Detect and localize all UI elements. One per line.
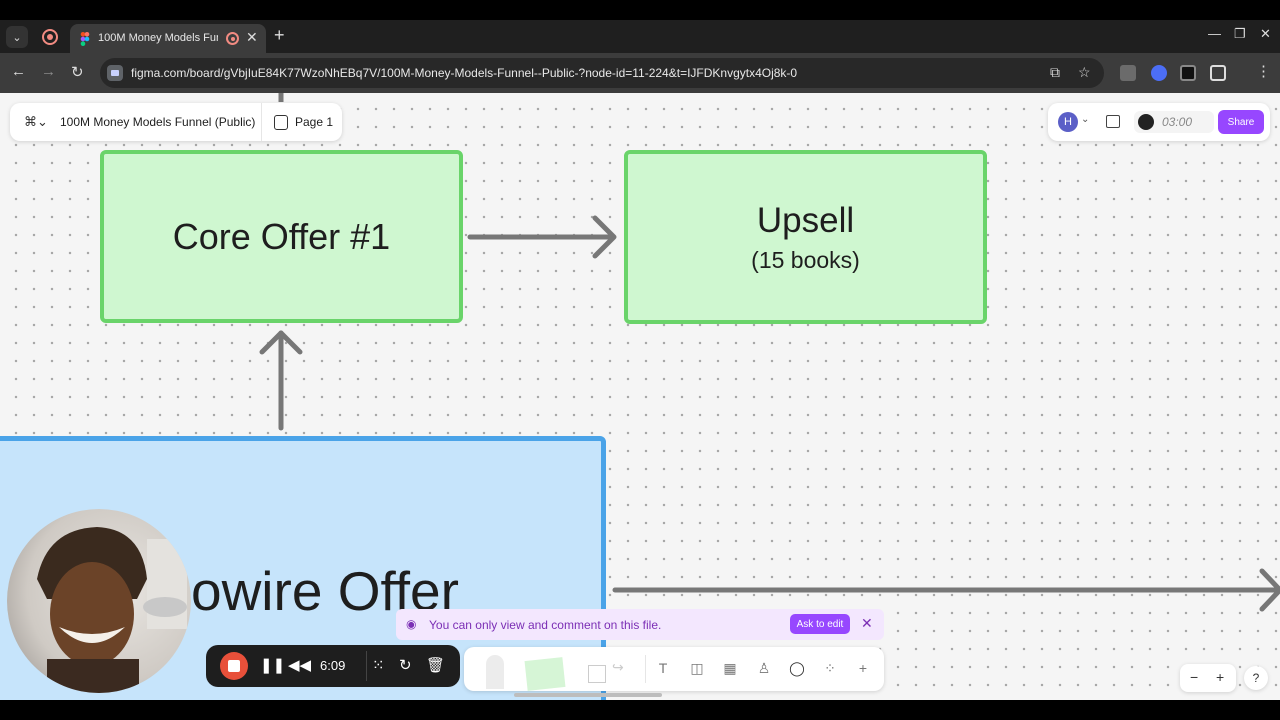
active-tab[interactable]: 100M Money Models Funnel (Public) – Figm…	[70, 24, 266, 53]
upsell-title: Upsell	[756, 200, 855, 240]
close-banner-icon[interactable]: ✕	[861, 615, 873, 632]
view-only-message: You can only view and comment on this fi…	[429, 618, 662, 632]
rewind-icon[interactable]: ◀◀	[288, 656, 311, 674]
recorder-divider	[366, 651, 367, 681]
zoom-out-icon[interactable]: −	[1190, 669, 1198, 685]
figjam-toolbar: ↪ T ◫ ▦ ♙ ◯ ⁘ +	[464, 647, 884, 691]
tab-title: 100M Money Models Funnel (Public) – Figm…	[98, 32, 218, 44]
recording-indicator-icon[interactable]	[42, 29, 58, 45]
top-black-strip	[0, 0, 1280, 20]
arrow-core-to-upsell	[467, 215, 617, 259]
restore-icon[interactable]: ❐	[1234, 26, 1246, 42]
arrow-tripwire-to-core	[259, 330, 303, 431]
timer-icon	[1138, 114, 1154, 130]
extensions-puzzle-icon[interactable]	[1210, 65, 1226, 81]
page-name[interactable]: Page 1	[295, 115, 333, 129]
eye-icon: ◉	[406, 617, 417, 631]
connector-tool-icon[interactable]: ↪	[612, 659, 632, 685]
webcam-overlay	[7, 509, 191, 693]
presenter-face-icon	[37, 527, 187, 693]
sticky-note-icon[interactable]	[524, 657, 566, 691]
layout-panel-icon[interactable]	[1106, 115, 1120, 128]
bookmark-star-icon[interactable]: ☆	[1078, 64, 1091, 81]
widgets-tool-icon[interactable]: ⁘	[821, 660, 839, 678]
browser-tab-bar: ⌄ 100M Money Models Funnel (Public) – Fi…	[0, 20, 1280, 53]
pause-icon[interactable]: ❚❚	[260, 656, 285, 674]
upsell-node[interactable]: Upsell (15 books)	[624, 150, 987, 324]
upsell-subtitle: (15 books)	[751, 246, 860, 273]
table-tool-icon[interactable]: ▦	[721, 660, 739, 678]
back-arrow-icon[interactable]: ←	[11, 63, 26, 80]
address-bar[interactable]: figma.com/board/gVbjIuE84K77WzoNhEBq7V/1…	[100, 58, 1104, 88]
shape-tool-icon[interactable]	[588, 665, 606, 683]
url-text: figma.com/board/gVbjIuE84K77WzoNhEBq7V/1…	[131, 66, 798, 80]
figma-main-menu-icon[interactable]: ⌘⌄	[24, 114, 48, 130]
collab-header-panel: H ⌄ 03:00 Share	[1048, 103, 1270, 141]
core-offer-label: Core Offer #1	[172, 215, 391, 257]
section-tool-icon[interactable]: ◫	[688, 660, 706, 678]
more-tools-icon[interactable]: +	[854, 660, 872, 678]
extension-recorder-icon[interactable]	[1180, 65, 1196, 81]
site-info-icon[interactable]	[107, 65, 123, 81]
restart-icon[interactable]: ↻	[399, 656, 412, 674]
recording-time: 6:09	[320, 658, 346, 673]
timer-text: 03:00	[1162, 115, 1193, 129]
timer-widget[interactable]: 03:00	[1134, 111, 1214, 133]
new-tab-button[interactable]: +	[274, 25, 285, 46]
stop-recording-button[interactable]	[220, 652, 248, 680]
tab-recording-icon	[226, 32, 239, 45]
stamp-tool-icon[interactable]: ♙	[755, 660, 773, 678]
screen: ⌄ 100M Money Models Funnel (Public) – Fi…	[0, 0, 1280, 720]
avatar-chevron-down-icon[interactable]: ⌄	[1081, 114, 1089, 125]
toolbar-divider	[645, 655, 646, 683]
user-avatar[interactable]: H	[1058, 112, 1078, 132]
close-window-icon[interactable]: ✕	[1260, 26, 1271, 42]
zoom-controls: − +	[1180, 664, 1236, 692]
reload-icon[interactable]: ↻	[71, 63, 84, 81]
horizontal-scrollbar[interactable]	[514, 693, 662, 697]
arrow-tripwire-right	[612, 568, 1280, 612]
trash-icon[interactable]: 🗑	[426, 656, 445, 674]
grid-icon[interactable]: ⁙	[372, 656, 385, 674]
browser-menu-icon[interactable]: ⋮	[1256, 62, 1271, 80]
help-icon[interactable]: ?	[1244, 666, 1268, 690]
zoom-in-icon[interactable]: +	[1216, 669, 1224, 685]
bottom-black-strip	[0, 700, 1280, 720]
install-app-icon[interactable]: ⧉	[1050, 64, 1060, 81]
extension-profile-icon[interactable]	[1151, 65, 1167, 81]
tab-close-button[interactable]: ✕	[246, 29, 258, 46]
core-offer-node[interactable]: Core Offer #1	[100, 150, 463, 323]
share-button[interactable]: Share	[1218, 110, 1264, 134]
figma-favicon-icon	[80, 32, 90, 46]
comment-tool-icon[interactable]: ◯	[788, 660, 806, 678]
minimize-icon[interactable]: —	[1208, 26, 1221, 41]
header-divider	[261, 103, 262, 141]
extension-devtools-icon[interactable]	[1120, 65, 1136, 81]
file-header-panel: ⌘⌄ 100M Money Models Funnel (Public) Pag…	[10, 103, 342, 141]
tab-search-chevron-icon[interactable]: ⌄	[6, 26, 28, 48]
view-only-banner: ◉ You can only view and comment on this …	[396, 609, 884, 640]
marker-tool-icon[interactable]	[486, 655, 504, 689]
ask-to-edit-button[interactable]: Ask to edit	[790, 614, 850, 634]
file-name[interactable]: 100M Money Models Funnel (Public)	[60, 115, 255, 129]
browser-toolbar: ← → ↻ figma.com/board/gVbjIuE84K77WzoNhE…	[0, 53, 1280, 93]
text-tool-icon[interactable]: T	[654, 660, 672, 678]
recording-controls: ❚❚ ◀◀ 6:09 ⁙ ↻ 🗑	[206, 645, 460, 687]
page-icon	[274, 115, 288, 130]
forward-arrow-icon[interactable]: →	[41, 63, 56, 80]
